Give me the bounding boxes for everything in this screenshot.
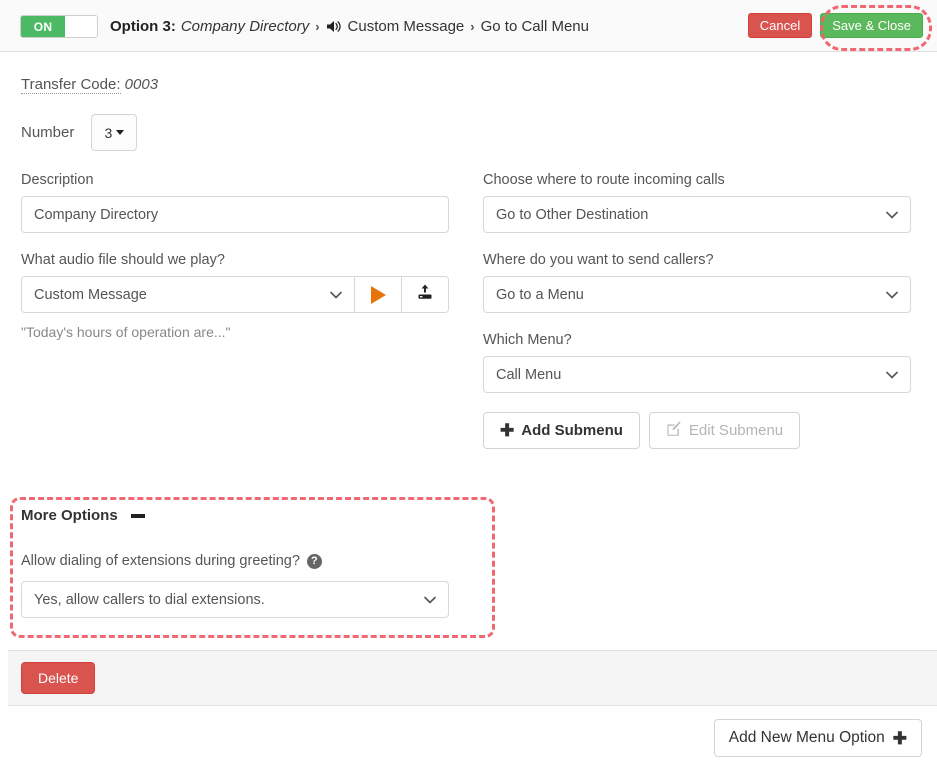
send-callers-field-group: Where do you want to send callers? Go to…: [483, 252, 911, 313]
breadcrumb-separator-2: ›: [470, 19, 474, 34]
which-menu-field-group: Which Menu? Call Menu: [483, 332, 911, 393]
allow-dialing-value: Yes, allow callers to dial extensions.: [34, 592, 265, 608]
speaker-icon: [326, 19, 343, 34]
audio-row: Custom Message: [21, 276, 449, 313]
plus-icon: ✚: [500, 422, 514, 439]
send-callers-value: Go to a Menu: [496, 287, 584, 303]
chevron-down-icon: [886, 287, 898, 303]
allow-dialing-label: Allow dialing of extensions during greet…: [21, 553, 300, 569]
breadcrumb: Option 3: Company Directory › Custom Mes…: [110, 14, 589, 38]
add-new-menu-option-button[interactable]: Add New Menu Option ✚: [714, 719, 922, 757]
right-column: Choose where to route incoming calls Go …: [483, 172, 911, 449]
chevron-down-icon: [116, 130, 124, 135]
chevron-down-icon: [330, 287, 342, 303]
route-select[interactable]: Go to Other Destination: [483, 196, 911, 233]
left-column: Description Company Directory What audio…: [21, 172, 449, 359]
header-actions: Cancel Save & Close: [748, 13, 923, 38]
audio-field-group: What audio file should we play? Custom M…: [21, 252, 449, 340]
route-select-value: Go to Other Destination: [496, 207, 648, 223]
number-select-value: 3: [104, 125, 112, 141]
audio-file-select[interactable]: Custom Message: [22, 277, 354, 312]
description-label: Description: [21, 172, 449, 188]
delete-button[interactable]: Delete: [21, 662, 95, 694]
toggle-knob: [65, 16, 98, 37]
description-input[interactable]: Company Directory: [21, 196, 449, 233]
save-and-close-button[interactable]: Save & Close: [820, 13, 923, 38]
footer-panel: Delete: [8, 650, 937, 706]
number-row: Number 3: [21, 114, 137, 151]
submenu-actions: ✚ Add Submenu Edit Submenu: [483, 412, 911, 449]
breadcrumb-option-name: Company Directory: [181, 18, 309, 35]
breadcrumb-separator-1: ›: [315, 19, 319, 34]
play-icon: [371, 286, 386, 304]
add-submenu-label: Add Submenu: [521, 422, 623, 439]
send-callers-label: Where do you want to send callers?: [483, 252, 911, 268]
play-audio-button[interactable]: [354, 277, 401, 312]
breadcrumb-option-label: Option 3:: [110, 18, 176, 35]
audio-label: What audio file should we play?: [21, 252, 449, 268]
add-new-menu-option-label: Add New Menu Option: [729, 729, 885, 747]
question-circle-icon[interactable]: ?: [307, 554, 322, 569]
plus-icon: ✚: [893, 730, 907, 747]
which-menu-select[interactable]: Call Menu: [483, 356, 911, 393]
edit-submenu-label: Edit Submenu: [689, 422, 783, 439]
breadcrumb-audio-label: Custom Message: [348, 18, 465, 35]
transfer-code: Transfer Code: 0003: [21, 76, 158, 93]
chevron-down-icon: [886, 207, 898, 223]
description-field-group: Description Company Directory: [21, 172, 449, 233]
cancel-button[interactable]: Cancel: [748, 13, 812, 38]
which-menu-value: Call Menu: [496, 367, 561, 383]
more-options-section: More Options Allow dialing of extensions…: [21, 507, 481, 618]
breadcrumb-destination-label: Go to Call Menu: [481, 18, 589, 35]
route-label: Choose where to route incoming calls: [483, 172, 911, 188]
enable-toggle[interactable]: ON: [20, 15, 98, 38]
upload-audio-button[interactable]: [401, 277, 448, 312]
chevron-down-icon: [424, 592, 436, 608]
header-bar: ON Option 3: Company Directory › Custom …: [0, 0, 937, 52]
pencil-square-icon: [666, 421, 682, 441]
audio-file-value: Custom Message: [34, 287, 147, 303]
chevron-down-icon: [886, 367, 898, 383]
number-select[interactable]: 3: [91, 114, 137, 151]
which-menu-label: Which Menu?: [483, 332, 911, 348]
send-callers-select[interactable]: Go to a Menu: [483, 276, 911, 313]
toggle-on-label: ON: [21, 16, 65, 37]
more-options-toggle[interactable]: More Options: [21, 507, 481, 524]
route-field-group: Choose where to route incoming calls Go …: [483, 172, 911, 233]
allow-dialing-question: Allow dialing of extensions during greet…: [21, 553, 481, 569]
transfer-code-label: Transfer Code:: [21, 76, 121, 94]
upload-icon: [416, 283, 434, 306]
allow-dialing-select[interactable]: Yes, allow callers to dial extensions.: [21, 581, 449, 618]
number-label: Number: [21, 124, 74, 141]
audio-caption: "Today's hours of operation are...": [21, 324, 449, 340]
add-submenu-button[interactable]: ✚ Add Submenu: [483, 412, 640, 449]
edit-submenu-button[interactable]: Edit Submenu: [649, 412, 800, 449]
more-options-title: More Options: [21, 507, 118, 524]
transfer-code-value: 0003: [125, 76, 158, 93]
minus-icon: [131, 514, 145, 518]
